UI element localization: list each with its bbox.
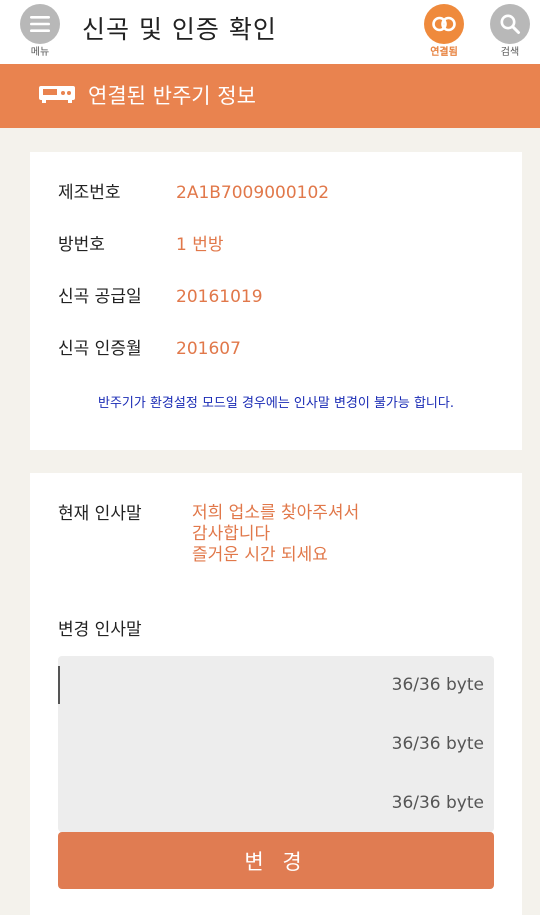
- new-greeting-input[interactable]: 36/36 byte 36/36 byte 36/36 byte: [58, 656, 494, 832]
- text-caret: [58, 666, 60, 704]
- menu-button[interactable]: 메뉴: [18, 4, 62, 59]
- link-rings-icon: [424, 4, 464, 44]
- search-label: 검색: [500, 47, 520, 58]
- karaoke-machine-icon: [38, 83, 76, 109]
- byte-counter-line-3: 36/36 byte: [391, 793, 484, 813]
- top-bar: 메뉴 신곡 및 인증 확인 연결됨 검색: [0, 0, 540, 64]
- app-root: 메뉴 신곡 및 인증 확인 연결됨 검색 연결된 반주기 정보 제조번호 2A1…: [0, 0, 540, 915]
- supply-date-label: 신곡 공급일: [58, 287, 142, 307]
- current-greeting-line: 저희 업소를 찾아주셔서: [192, 503, 360, 523]
- current-greeting-text: 저희 업소를 찾아주셔서 감사합니다 즐거운 시간 되세요: [192, 503, 359, 566]
- current-greeting-line: 즐거운 시간 되세요: [192, 545, 328, 565]
- search-icon: [490, 4, 530, 44]
- linked-button[interactable]: 연결됨: [422, 4, 466, 59]
- serial-label: 제조번호: [58, 183, 121, 203]
- supply-date-value: 20161019: [176, 287, 263, 307]
- search-button[interactable]: 검색: [488, 4, 532, 59]
- serial-value: 2A1B7009000102: [176, 183, 330, 203]
- current-greeting-line: 감사합니다: [192, 524, 271, 544]
- settings-mode-notice: 반주기가 환경설정 모드일 경우에는 인사말 변경이 불가능 합니다.: [98, 396, 454, 411]
- byte-counter-line-2: 36/36 byte: [391, 734, 484, 754]
- machine-info-card: 제조번호 2A1B7009000102 방번호 1 번방 신곡 공급일 2016…: [30, 152, 522, 450]
- new-greeting-label: 변경 인사말: [58, 620, 142, 640]
- byte-counter-line-1: 36/36 byte: [391, 675, 484, 695]
- room-label: 방번호: [58, 235, 105, 255]
- linked-label: 연결됨: [430, 47, 458, 58]
- section-title: 연결된 반주기 정보: [88, 84, 256, 108]
- greeting-card: 현재 인사말 저희 업소를 찾아주셔서 감사합니다 즐거운 시간 되세요 변경 …: [30, 473, 522, 915]
- cert-month-value: 201607: [176, 339, 241, 359]
- hamburger-icon: [20, 4, 60, 44]
- section-header: 연결된 반주기 정보: [0, 64, 540, 128]
- room-value: 1 번방: [176, 235, 224, 255]
- current-greeting-label: 현재 인사말: [58, 504, 142, 524]
- menu-label: 메뉴: [30, 47, 50, 58]
- change-greeting-button[interactable]: 변 경: [58, 832, 494, 889]
- page-title: 신곡 및 인증 확인: [82, 15, 277, 44]
- cert-month-label: 신곡 인증월: [58, 339, 142, 359]
